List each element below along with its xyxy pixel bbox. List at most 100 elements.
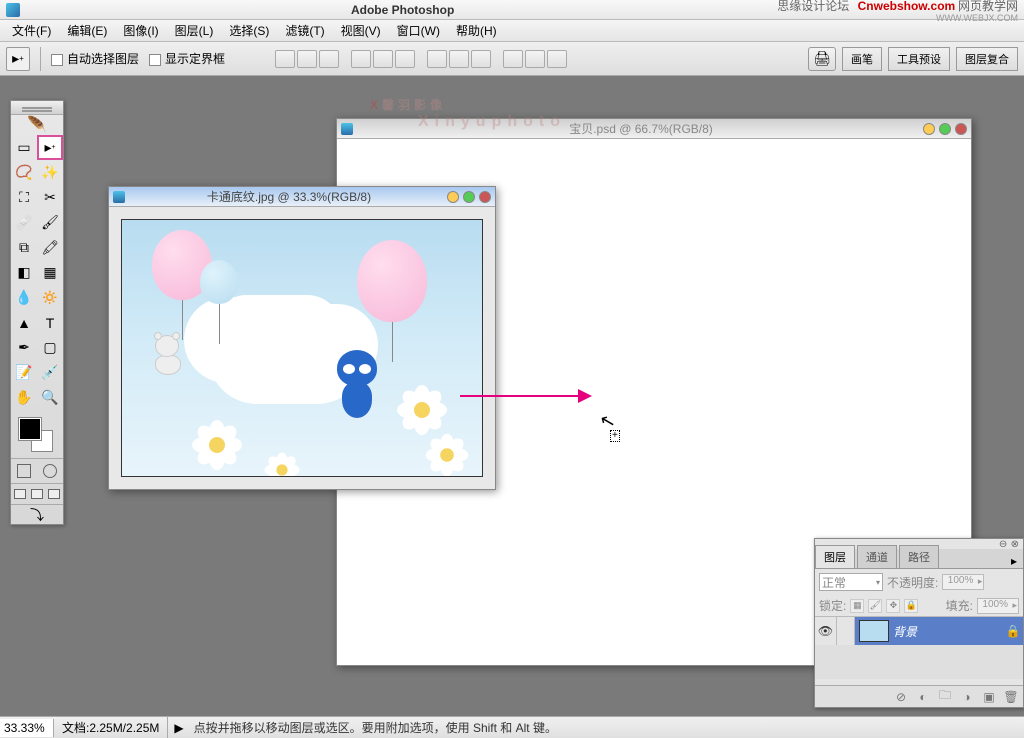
clone-stamp-tool[interactable]: ⧉ — [11, 235, 37, 260]
lock-transparency-icon[interactable]: ▦ — [850, 599, 864, 613]
gradient-tool[interactable]: ▦ — [37, 260, 63, 285]
magic-wand-tool[interactable]: ✨ — [37, 160, 63, 185]
lock-all-icon[interactable]: 🔒 — [904, 599, 918, 613]
panel-minimize-icon[interactable]: ⊖ — [999, 539, 1007, 550]
annotation-arrow — [460, 395, 590, 397]
maximize-icon[interactable] — [939, 123, 951, 135]
shape-tool[interactable]: ▢ — [37, 335, 63, 360]
document-1-canvas[interactable] — [121, 219, 483, 477]
status-bar: 33.33% 文档:2.25M/2.25M ▶ 点按并拖移以移动图层或选区。要用… — [0, 716, 1024, 738]
dodge-tool[interactable]: 🔅 — [37, 285, 63, 310]
menu-help[interactable]: 帮助(H) — [448, 19, 505, 42]
blue-character — [337, 350, 387, 430]
layers-list[interactable]: 👁 背景 🔒 — [815, 617, 1023, 679]
status-menu-icon[interactable]: ▶ — [168, 721, 189, 735]
jump-to-imageready-icon[interactable]: ⤵ — [11, 504, 63, 524]
panel-close-icon[interactable]: ⊗ — [1011, 539, 1019, 550]
screen-standard-icon[interactable] — [11, 484, 28, 504]
close-icon[interactable] — [479, 191, 491, 203]
tab-paths[interactable]: 路径 — [899, 545, 939, 568]
lock-pixels-icon[interactable]: 🖌 — [868, 599, 882, 613]
new-set-icon[interactable]: 🗀 — [937, 689, 953, 705]
link-column[interactable] — [837, 617, 855, 645]
align-hcenter-icon[interactable] — [373, 50, 393, 68]
pen-tool[interactable]: ✒ — [11, 335, 37, 360]
screen-full-icon[interactable] — [46, 484, 63, 504]
layer-mask-icon[interactable]: ◐ — [915, 689, 931, 705]
document-2-titlebar[interactable]: 宝贝.psd @ 66.7%(RGB/8) — [337, 119, 971, 139]
new-layer-icon[interactable]: ▣ — [981, 689, 997, 705]
menu-file[interactable]: 文件(F) — [4, 19, 59, 42]
document-size-info[interactable]: 文档:2.25M/2.25M — [54, 717, 168, 738]
align-top-icon[interactable] — [275, 50, 295, 68]
distribute-vcenter-icon[interactable] — [449, 50, 469, 68]
healing-brush-tool[interactable]: 🩹 — [11, 210, 37, 235]
layer-name[interactable]: 背景 — [893, 623, 1003, 640]
zoom-tool[interactable]: 🔍 — [37, 385, 63, 410]
screen-menubar-icon[interactable] — [28, 484, 45, 504]
tab-channels[interactable]: 通道 — [857, 545, 897, 568]
menu-image[interactable]: 图像(I) — [115, 19, 166, 42]
align-bottom-icon[interactable] — [319, 50, 339, 68]
standard-mode-icon[interactable] — [11, 459, 37, 483]
distribute-top-icon[interactable] — [427, 50, 447, 68]
slice-tool[interactable]: ✂ — [37, 185, 63, 210]
lock-position-icon[interactable]: ✥ — [886, 599, 900, 613]
menu-window[interactable]: 窗口(W) — [389, 19, 448, 42]
fill-input[interactable]: 100% — [977, 598, 1019, 614]
distribute-left-icon[interactable] — [503, 50, 523, 68]
foreground-color[interactable] — [19, 418, 41, 440]
history-brush-tool[interactable]: 🖍 — [37, 235, 63, 260]
layer-style-icon[interactable]: ⊘ — [893, 689, 909, 705]
move-tool[interactable]: ▸+ — [37, 135, 63, 160]
tab-tool-presets[interactable]: 工具预设 — [888, 47, 950, 71]
quickmask-mode-icon[interactable] — [37, 459, 63, 483]
align-left-icon[interactable] — [351, 50, 371, 68]
hand-tool[interactable]: ✋ — [11, 385, 37, 410]
opacity-input[interactable]: 100% — [942, 574, 984, 590]
eraser-tool[interactable]: ◧ — [11, 260, 37, 285]
color-swatches[interactable] — [15, 414, 59, 454]
tab-brushes[interactable]: 画笔 — [842, 47, 882, 71]
document-window-1[interactable]: 卡通底纹.jpg @ 33.3%(RGB/8) — [108, 186, 496, 490]
path-select-tool[interactable]: ▲ — [11, 310, 37, 335]
marquee-tool[interactable]: ▭ — [11, 135, 37, 160]
align-right-icon[interactable] — [395, 50, 415, 68]
align-vcenter-icon[interactable] — [297, 50, 317, 68]
tab-layer-comps[interactable]: 图层复合 — [956, 47, 1018, 71]
layer-row-background[interactable]: 👁 背景 🔒 — [815, 617, 1023, 645]
auto-select-layer-checkbox[interactable]: 自动选择图层 — [51, 50, 139, 67]
menu-view[interactable]: 视图(V) — [333, 19, 389, 42]
toolbox-grip[interactable] — [11, 101, 63, 115]
crop-tool[interactable]: ⛶ — [11, 185, 37, 210]
zoom-level-input[interactable]: 33.33% — [0, 719, 54, 737]
menu-filter[interactable]: 滤镜(T) — [277, 19, 332, 42]
blur-tool[interactable]: 💧 — [11, 285, 37, 310]
menu-layer[interactable]: 图层(L) — [167, 19, 222, 42]
menu-select[interactable]: 选择(S) — [221, 19, 277, 42]
palette-well-icon[interactable] — [808, 47, 836, 71]
close-icon[interactable] — [955, 123, 967, 135]
distribute-right-icon[interactable] — [547, 50, 567, 68]
show-bounds-checkbox[interactable]: 显示定界框 — [149, 50, 225, 67]
blend-mode-select[interactable]: 正常▾ — [819, 573, 883, 591]
panel-menu-icon[interactable]: ▸ — [1005, 554, 1023, 568]
adjustment-layer-icon[interactable]: ◑ — [959, 689, 975, 705]
distribute-bottom-icon[interactable] — [471, 50, 491, 68]
delete-layer-icon[interactable]: 🗑 — [1003, 689, 1019, 705]
distribute-hcenter-icon[interactable] — [525, 50, 545, 68]
type-tool[interactable]: T — [37, 310, 63, 335]
brush-tool[interactable]: 🖌 — [37, 210, 63, 235]
tab-layers[interactable]: 图层 — [815, 545, 855, 568]
visibility-icon[interactable]: 👁 — [815, 617, 837, 645]
current-tool-indicator[interactable]: ▸+ — [6, 47, 30, 71]
eyedropper-tool[interactable]: 💉 — [37, 360, 63, 385]
minimize-icon[interactable] — [447, 191, 459, 203]
lasso-tool[interactable]: 📿 — [11, 160, 37, 185]
minimize-icon[interactable] — [923, 123, 935, 135]
document-1-titlebar[interactable]: 卡通底纹.jpg @ 33.3%(RGB/8) — [109, 187, 495, 207]
maximize-icon[interactable] — [463, 191, 475, 203]
menu-edit[interactable]: 编辑(E) — [59, 19, 115, 42]
layer-thumbnail[interactable] — [859, 620, 889, 642]
notes-tool[interactable]: 📝 — [11, 360, 37, 385]
